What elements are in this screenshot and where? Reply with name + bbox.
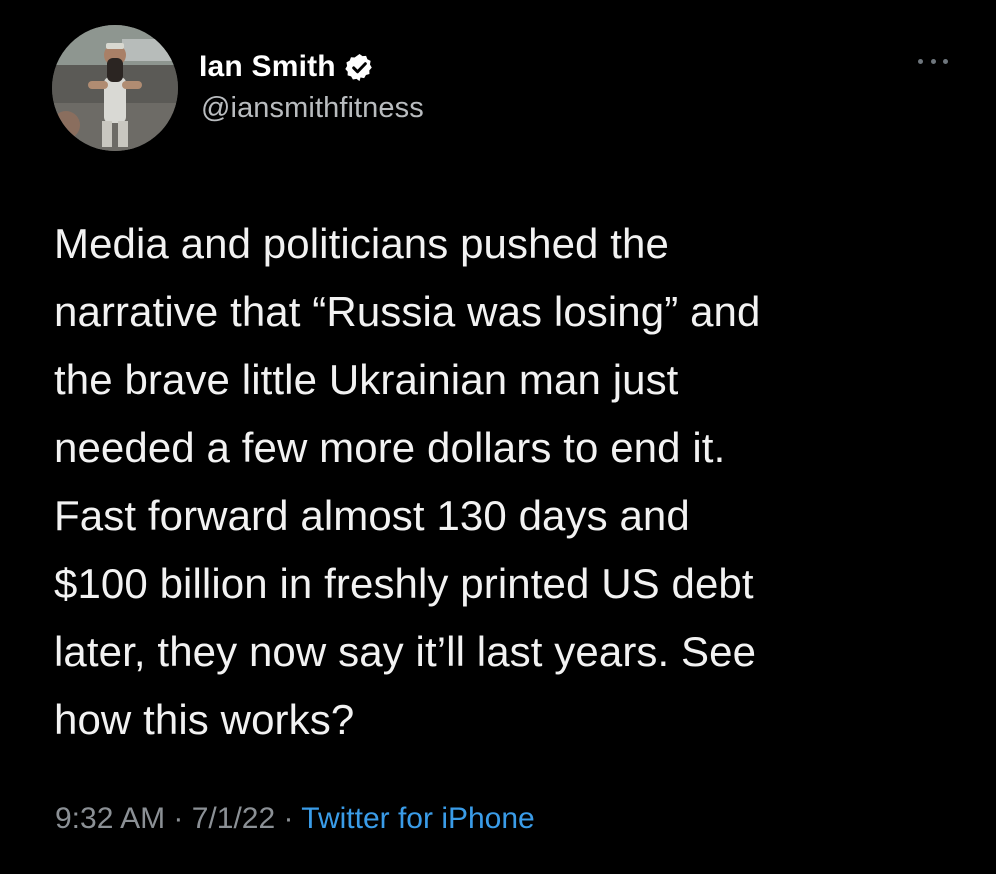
avatar-photo [52,25,178,151]
more-dot-icon [943,58,948,64]
author-name-row[interactable]: Ian Smith [199,47,375,87]
meta-separator: · [165,802,192,835]
tweet-metadata: 9:32 AM · 7/1/22 · Twitter for iPhone [55,802,535,836]
meta-separator: · [275,802,302,835]
author-display-name[interactable]: Ian Smith [199,50,336,84]
verified-badge-icon [344,52,375,83]
tweet-card: Ian Smith @iansmithfitness Media and pol… [0,0,996,874]
more-dot-icon [918,58,923,64]
more-dot-icon [930,58,936,64]
more-options-icon[interactable] [918,54,948,68]
author-handle[interactable]: @iansmithfitness [201,92,424,125]
tweet-text: Media and politicians pushed the narrati… [54,220,761,743]
tweet-time[interactable]: 9:32 AM [55,802,165,835]
avatar[interactable] [52,25,178,151]
tweet-date[interactable]: 7/1/22 [192,802,275,835]
tweet-source-link[interactable]: Twitter for iPhone [301,802,534,835]
